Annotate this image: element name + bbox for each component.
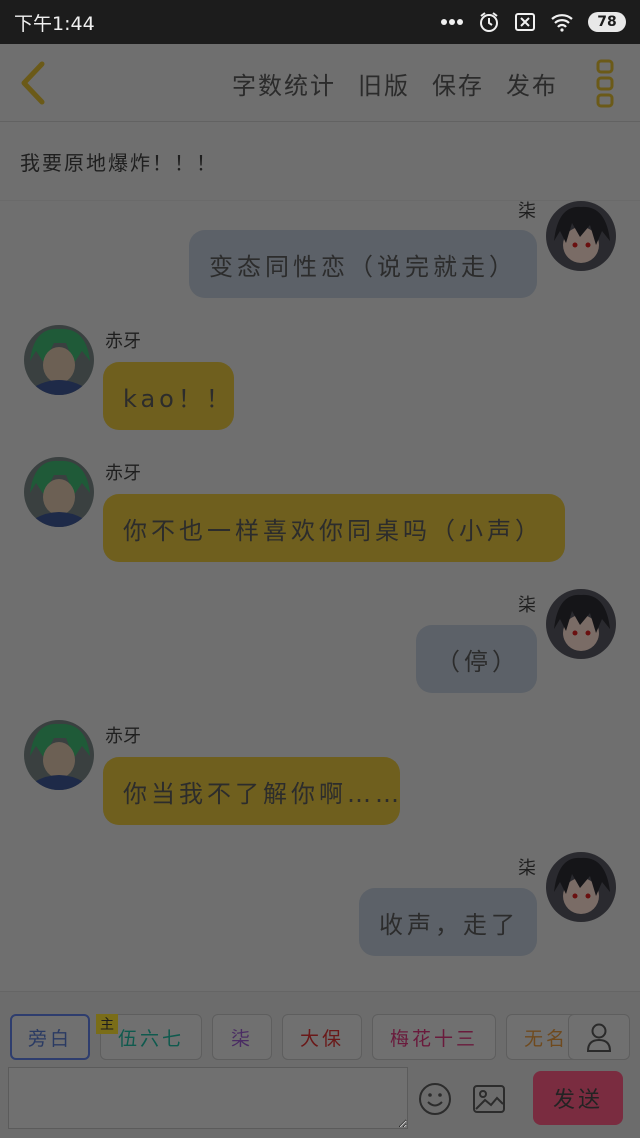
- message-input[interactable]: [8, 1067, 408, 1129]
- emoji-button[interactable]: [418, 1082, 452, 1116]
- role-label: 旁白: [27, 1027, 72, 1050]
- wifi-icon: [551, 14, 573, 32]
- message-bubble[interactable]: 你不也一样喜欢你同桌吗（小声）: [103, 494, 565, 562]
- composer-panel: 旁白 伍六七 主 柒 大保 梅花十三 无名 发送: [0, 991, 640, 1138]
- role-dabao[interactable]: 大保: [282, 1014, 362, 1060]
- avatar-qi[interactable]: [546, 589, 616, 659]
- message-bubble[interactable]: kao！！: [103, 362, 234, 430]
- smiley-icon: [419, 1083, 451, 1115]
- role-label: 梅花十三: [389, 1027, 478, 1050]
- word-count-button[interactable]: 字数统计: [232, 66, 336, 101]
- sender-name: 赤牙: [105, 726, 141, 747]
- image-button[interactable]: [472, 1084, 506, 1114]
- avatar-chiya[interactable]: [24, 720, 94, 790]
- more-menu-button[interactable]: [592, 58, 618, 110]
- alarm-icon: [480, 12, 498, 32]
- more-dots-icon: [441, 19, 463, 25]
- old-version-button[interactable]: 旧版: [358, 66, 410, 101]
- save-button[interactable]: 保存: [432, 66, 484, 101]
- publish-button[interactable]: 发布: [506, 66, 558, 101]
- message-bubble[interactable]: 收声，走了: [359, 888, 537, 956]
- top-toolbar: 字数统计 旧版 保存 发布: [0, 44, 640, 122]
- image-icon: [473, 1085, 505, 1113]
- role-selector: 旁白 伍六七 主 柒 大保 梅花十三 无名: [0, 992, 640, 1062]
- status-icons: 78: [440, 11, 626, 33]
- sender-name: 柒: [518, 201, 536, 222]
- send-button[interactable]: 发送: [533, 1071, 623, 1125]
- sender-name: 柒: [518, 595, 536, 616]
- role-label: 柒: [230, 1027, 253, 1050]
- sender-name: 柒: [518, 858, 536, 879]
- avatar-chiya[interactable]: [24, 325, 94, 395]
- message-bubble[interactable]: 变态同性恋（说完就走）: [189, 230, 537, 298]
- main-role-badge: 主: [96, 1014, 118, 1034]
- role-label: 大保: [299, 1027, 344, 1050]
- role-meihuashisan[interactable]: 梅花十三: [372, 1014, 496, 1060]
- sim-off-icon: [515, 13, 535, 31]
- message-bubble[interactable]: 你当我不了解你啊……: [103, 757, 400, 825]
- role-label: 无名: [523, 1027, 568, 1050]
- back-arrow-icon: [21, 61, 45, 105]
- back-button[interactable]: [14, 58, 54, 108]
- user-icon: [586, 1023, 612, 1052]
- avatar-qi[interactable]: [546, 201, 616, 271]
- sender-name: 赤牙: [105, 463, 141, 484]
- role-label: 伍六七: [117, 1027, 184, 1050]
- role-qi[interactable]: 柒: [212, 1014, 272, 1060]
- add-role-button[interactable]: [568, 1014, 630, 1060]
- role-narrator[interactable]: 旁白: [10, 1014, 90, 1060]
- avatar-chiya[interactable]: [24, 457, 94, 527]
- more-vertical-icon: [596, 59, 614, 108]
- chat-area[interactable]: 柒 变态同性恋（说完就走） 赤牙 kao！！ 赤牙 你不也一样喜欢你同桌吗（小声…: [0, 201, 640, 991]
- status-time: 下午1:44: [14, 12, 95, 35]
- chapter-title[interactable]: 我要原地爆炸！！！: [0, 123, 640, 201]
- toolbar-actions: 字数统计 旧版 保存 发布: [232, 44, 558, 122]
- message-bubble[interactable]: （停）: [416, 625, 537, 693]
- status-bar: 下午1:44 78: [0, 0, 640, 44]
- sender-name: 赤牙: [105, 331, 141, 352]
- battery-indicator: 78: [588, 12, 626, 32]
- avatar-qi[interactable]: [546, 852, 616, 922]
